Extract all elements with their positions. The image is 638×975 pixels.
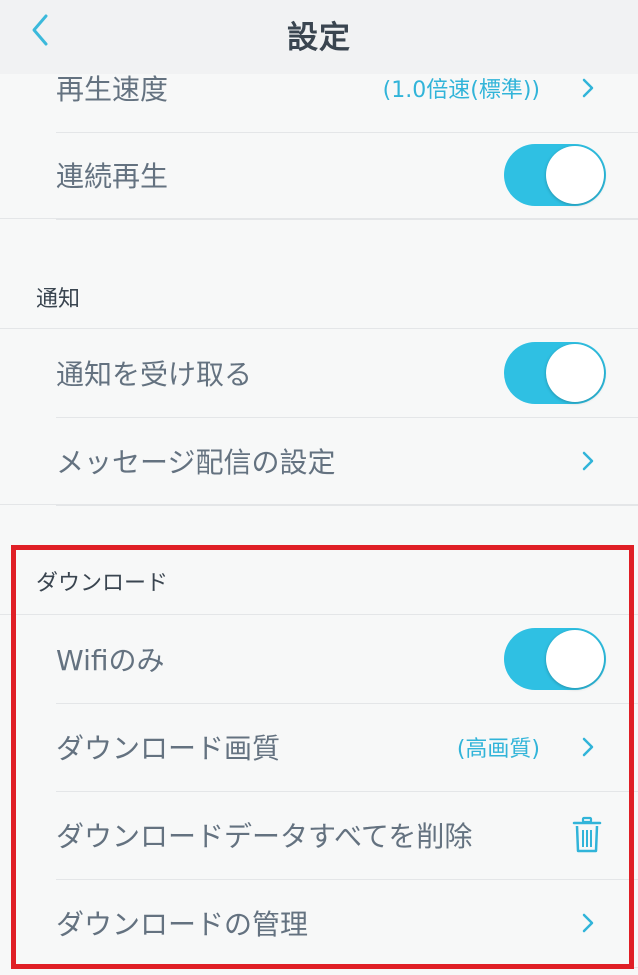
chevron-right-icon [582, 78, 594, 98]
trash-icon[interactable] [572, 816, 602, 854]
toggle-knob [546, 630, 604, 688]
wifi-only-row: Wifiのみ [56, 615, 638, 704]
download-section-header: ダウンロード [36, 571, 169, 596]
message-settings-label: メッセージ配信の設定 [56, 446, 336, 479]
page-title: 設定 [287, 20, 351, 56]
delete-all-downloads-label: ダウンロードデータすべてを削除 [56, 820, 473, 853]
continuous-play-label: 連続再生 [56, 160, 169, 193]
download-quality-row[interactable]: ダウンロード画質 (高画質) [56, 703, 638, 792]
delete-all-downloads-row[interactable]: ダウンロードデータすべてを削除 [56, 791, 638, 880]
notifications-section-header: 通知 [36, 287, 81, 312]
navigation-bar: 設定 [0, 0, 638, 74]
manage-downloads-label: ダウンロードの管理 [56, 908, 309, 941]
toggle-knob [546, 344, 604, 402]
receive-notifications-label: 通知を受け取る [56, 358, 253, 391]
continuous-play-row: 連続再生 [56, 131, 638, 220]
chevron-right-icon [582, 913, 594, 933]
message-settings-row[interactable]: メッセージ配信の設定 [56, 417, 638, 506]
receive-notifications-row: 通知を受け取る [56, 329, 638, 418]
wifi-only-label: Wifiのみ [56, 644, 165, 677]
chevron-right-icon [582, 451, 594, 471]
download-quality-value: (高画質) [456, 737, 540, 762]
download-quality-label: ダウンロード画質 [56, 732, 281, 765]
continuous-play-toggle[interactable] [504, 144, 606, 206]
section-divider [0, 504, 638, 505]
section-divider [0, 218, 638, 219]
toggle-knob [546, 146, 604, 204]
receive-notifications-toggle[interactable] [504, 342, 606, 404]
playback-speed-label: 再生速度 [56, 73, 169, 106]
playback-speed-value: (1.0倍速(標準)) [382, 78, 540, 103]
chevron-right-icon [582, 737, 594, 757]
manage-downloads-row[interactable]: ダウンロードの管理 [56, 879, 638, 968]
wifi-only-toggle[interactable] [504, 628, 606, 690]
